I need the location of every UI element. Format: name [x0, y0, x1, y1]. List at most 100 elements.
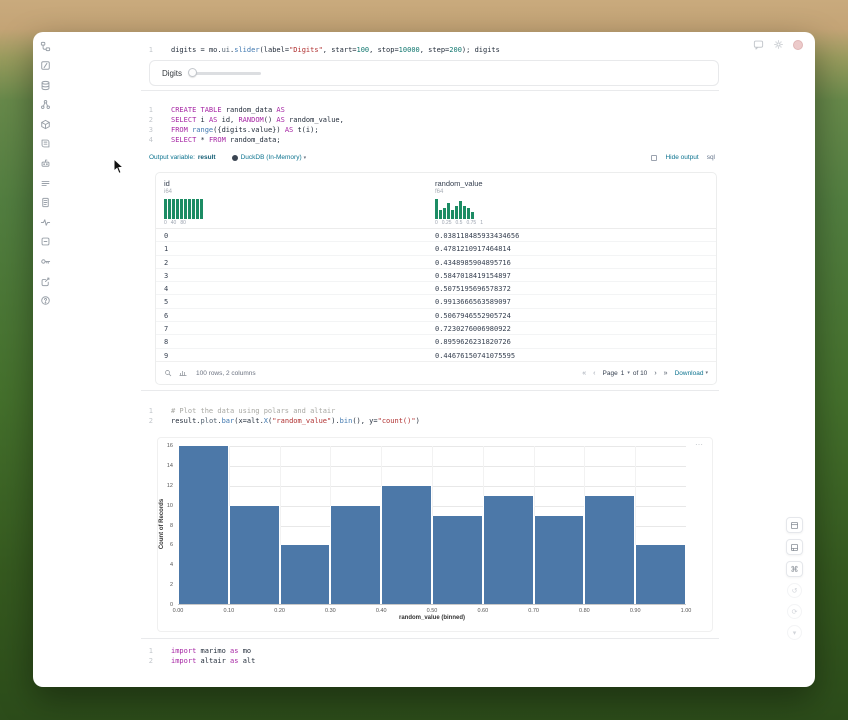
traces-icon[interactable] [39, 216, 51, 228]
scroll-down-button[interactable]: ▾ [787, 625, 802, 640]
logs-icon[interactable] [39, 197, 51, 209]
slider-label: Digits [162, 69, 182, 78]
hide-output-checkbox[interactable] [651, 155, 657, 161]
column-label: random_value [435, 179, 483, 188]
documentation-icon[interactable] [39, 138, 51, 150]
ai-chat-icon[interactable] [39, 158, 51, 170]
column-summary-histogram [164, 199, 203, 219]
last-page-button[interactable]: » [664, 370, 668, 377]
page-number: 1 [621, 370, 625, 377]
settings-gear-icon[interactable] [773, 39, 784, 50]
code-editor-imports-cell[interactable]: 1import marimo as mo2import altair as al… [141, 646, 719, 666]
prev-page-button[interactable]: ‹ [593, 370, 595, 377]
mini-histogram-bar [192, 199, 195, 219]
mini-histogram-bar [471, 212, 474, 219]
mini-histogram-bar [180, 199, 183, 219]
y-axis-title: Count of Records [159, 454, 165, 594]
mini-histogram-bar [455, 206, 458, 219]
table-cell-id: 4 [164, 285, 168, 293]
code-editor-plot-cell[interactable]: 1# Plot the data using polars and altair… [141, 406, 719, 426]
download-button[interactable]: Download ▾ [675, 370, 708, 377]
table-cell-random-value: 0.5075195696578372 [435, 285, 511, 293]
slider-thumb[interactable] [188, 68, 197, 77]
table-cell-id: 2 [164, 259, 168, 267]
dependency-graph-icon[interactable] [39, 99, 51, 111]
table-cell-random-value: 0.44676150741075595 [435, 352, 515, 360]
engine-selector[interactable]: DuckDB (In-Memory) ▾ [241, 154, 307, 161]
table-output: id i64 04080 random_value f64 00.250.50.… [155, 172, 717, 385]
snippets-icon[interactable] [39, 177, 51, 189]
table-row: 20.4348985904895716 [156, 256, 716, 269]
column-label: id [164, 179, 203, 188]
column-charts-toggle-icon[interactable] [179, 369, 188, 378]
mini-histogram-bar [188, 199, 191, 219]
code-editor-sql-cell[interactable]: 1CREATE TABLE random_data AS2SELECT i AS… [141, 105, 719, 145]
secrets-icon[interactable] [39, 256, 51, 268]
cell-divider [141, 638, 719, 639]
first-page-button[interactable]: « [582, 370, 586, 377]
cell-divider [141, 390, 719, 391]
line-number: 1 [141, 105, 159, 115]
code-line[interactable]: 2result.plot.bar(x=alt.X("random_value")… [141, 416, 719, 426]
chart-output: ⋯ 0246810121416 0.000.100.200.300.400.50… [157, 437, 713, 632]
y-tick-label: 16 [167, 443, 173, 449]
code-line[interactable]: 3FROM range({digits.value}) AS t(i); [141, 125, 719, 135]
help-icon[interactable] [39, 295, 51, 307]
code-text: result.plot.bar(x=alt.X("random_value").… [159, 416, 420, 426]
histogram-bar [381, 486, 432, 605]
slider-track[interactable] [189, 72, 261, 75]
mini-histogram-bar [196, 199, 199, 219]
table-cell-id: 3 [164, 272, 168, 280]
table-cell-random-value: 0.038118485933434656 [435, 232, 519, 240]
file-explorer-icon[interactable] [39, 40, 51, 52]
code-line[interactable]: 1# Plot the data using polars and altair [141, 406, 719, 416]
chart-menu-icon[interactable]: ⋯ [695, 440, 704, 449]
undo-button[interactable]: ↺ [787, 583, 802, 598]
notebook-area: 1digits = mo.ui.slider(label="Digits", s… [141, 32, 719, 687]
feedback-icon[interactable] [753, 39, 764, 50]
command-palette-button[interactable]: ⌘ [786, 561, 803, 577]
column-header-id[interactable]: id i64 04080 [164, 179, 203, 226]
toggle-panel-button[interactable] [786, 539, 803, 555]
column-summary-histogram [435, 199, 483, 219]
table-row: 10.4781210917464814 [156, 242, 716, 255]
table-row: 50.9913666563589097 [156, 295, 716, 308]
code-editor-slider-cell[interactable]: 1digits = mo.ui.slider(label="Digits", s… [141, 45, 719, 55]
packages-icon[interactable] [39, 118, 51, 130]
toggle-app-view-button[interactable] [786, 517, 803, 533]
outline-icon[interactable] [39, 236, 51, 248]
table-cell-random-value: 0.8959626231820726 [435, 338, 511, 346]
code-line[interactable]: 2SELECT i AS id, RANDOM() AS random_valu… [141, 115, 719, 125]
table-row: 3 0.5847018419154897 [156, 269, 716, 282]
refresh-button[interactable]: ⟳ [787, 604, 802, 619]
table-body: 00.03811848593343465610.4781210917464814… [156, 229, 716, 362]
table-cell-id: 8 [164, 338, 168, 346]
variables-icon[interactable] [39, 60, 51, 72]
slider-output: Digits [149, 60, 719, 86]
code-line[interactable]: 1digits = mo.ui.slider(label="Digits", s… [141, 45, 719, 55]
histogram-bar [229, 506, 280, 605]
table-row: 90.44676150741075595 [156, 349, 716, 362]
share-icon[interactable] [39, 275, 51, 287]
digits-slider[interactable] [189, 69, 261, 77]
next-page-button[interactable]: › [654, 370, 656, 377]
connection-status-icon[interactable] [793, 40, 803, 50]
column-header-random-value[interactable]: random_value f64 00.250.50.751 [435, 179, 483, 226]
hide-output-label[interactable]: Hide output [665, 154, 698, 161]
x-tick-label: 0.70 [524, 608, 544, 614]
code-line[interactable]: 4SELECT * FROM random_data; [141, 135, 719, 145]
code-line[interactable]: 1import marimo as mo [141, 646, 719, 656]
search-icon[interactable] [164, 369, 173, 378]
code-text: FROM range({digits.value}) AS t(i); [159, 125, 319, 135]
code-line[interactable]: 1CREATE TABLE random_data AS [141, 105, 719, 115]
datasources-icon[interactable] [39, 79, 51, 91]
code-line[interactable]: 2import altair as alt [141, 656, 719, 666]
table-cell-random-value: 0.5847018419154897 [435, 272, 511, 280]
y-tick-label: 2 [170, 582, 173, 588]
page-selector[interactable]: Page 1 ▾ of 10 [603, 370, 648, 377]
line-number: 3 [141, 125, 159, 135]
language-badge[interactable]: sql [707, 154, 715, 161]
x-tick-label: 0.20 [270, 608, 290, 614]
x-tick-label: 0.90 [625, 608, 645, 614]
histogram-plot-area [178, 446, 686, 605]
